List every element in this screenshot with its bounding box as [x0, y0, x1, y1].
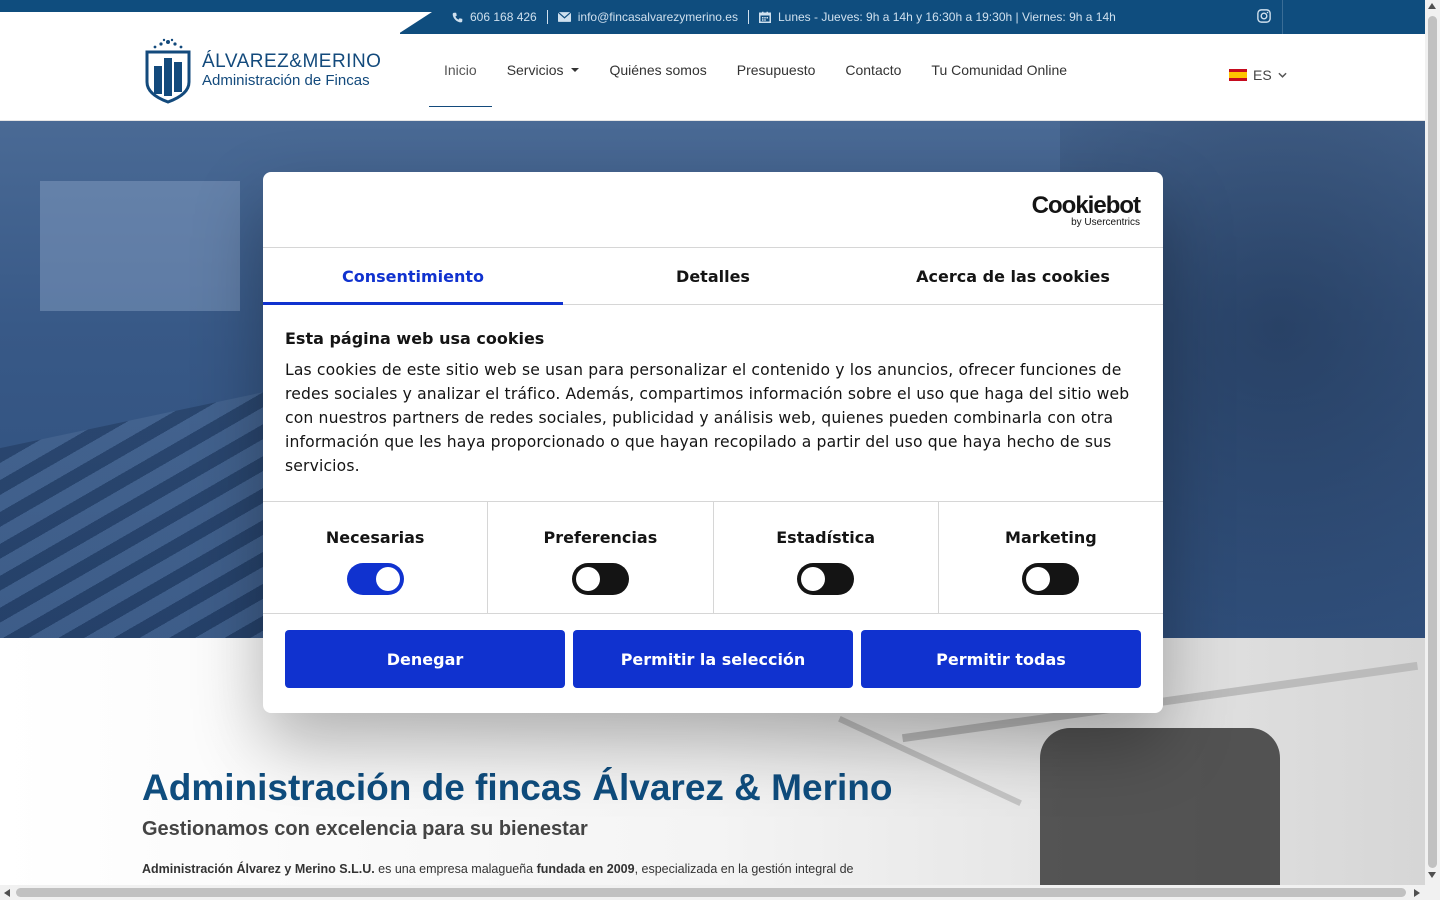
intro-text-end: , especializada en la gestión integral d…	[634, 862, 854, 876]
marketing-toggle[interactable]	[1022, 563, 1080, 595]
category-label: Marketing	[1005, 528, 1097, 547]
allow-selection-button[interactable]: Permitir la selección	[573, 630, 853, 688]
scroll-right-arrow-icon[interactable]	[1414, 889, 1420, 897]
dialog-description: Las cookies de este sitio web se usan pa…	[285, 361, 1130, 475]
scroll-down-arrow-icon[interactable]	[1428, 872, 1436, 878]
vertical-scrollbar-thumb[interactable]	[1428, 16, 1437, 868]
nav-item-quienes-somos[interactable]: Quiénes somos	[594, 34, 721, 106]
phone-number: 606 168 426	[470, 10, 537, 24]
toggle-knob	[801, 567, 826, 591]
calendar-icon	[758, 11, 771, 23]
top-bar-white-notch	[0, 12, 400, 34]
toggle-knob	[375, 567, 400, 591]
background-chair	[1040, 728, 1280, 888]
nav-label: Quiénes somos	[609, 62, 707, 78]
hours-item: Lunes - Jueves: 9h a 14h y 16:30h a 19:3…	[758, 10, 1116, 24]
topbar-divider	[1282, 0, 1283, 34]
email-item[interactable]: info@fincasalvarezymerino.es	[557, 10, 738, 24]
intro-paragraph: Administración Álvarez y Merino S.L.U. e…	[142, 862, 853, 876]
opening-hours: Lunes - Jueves: 9h a 14h y 16:30h a 19:3…	[777, 10, 1116, 24]
category-necesarias: Necesarias	[263, 502, 489, 613]
chevron-down-icon	[1278, 72, 1287, 78]
contact-info-row: 606 168 426 info@fincasalvarezymerino.es…	[452, 0, 1116, 34]
nav-item-inicio[interactable]: Inicio	[429, 34, 492, 107]
envelope-icon	[557, 12, 571, 22]
category-label: Preferencias	[543, 528, 658, 547]
consent-categories: Necesarias Preferencias Estadística Mark…	[263, 502, 1163, 614]
dialog-tabs: Consentimiento Detalles Acerca de las co…	[263, 248, 1163, 305]
category-label: Estadística	[776, 528, 876, 547]
nav-label: Tu Comunidad Online	[931, 62, 1068, 78]
top-bar-diagonal	[398, 12, 432, 34]
top-bar-left-strip	[0, 0, 400, 12]
logo-subtitle: Administración de Fincas	[202, 72, 370, 89]
toggle-knob	[575, 567, 600, 591]
estadistica-toggle[interactable]	[797, 563, 855, 595]
dialog-actions: Denegar Permitir la selección Permitir t…	[263, 614, 1163, 688]
cookiebot-logo[interactable]: Cookiebot by Usercentrics	[1031, 192, 1141, 228]
page-title: Administración de fincas Álvarez & Merin…	[142, 767, 893, 808]
tab-consentimiento[interactable]: Consentimiento	[263, 248, 563, 305]
founded-text: fundada en 2009	[536, 862, 635, 876]
site-logo[interactable]: ÁLVAREZ&MERINO Administración de Fincas	[144, 38, 381, 104]
scroll-up-arrow-icon[interactable]	[1428, 3, 1436, 9]
nav-label: Contacto	[845, 62, 902, 78]
company-name: Administración Álvarez y Merino S.L.U.	[142, 862, 375, 876]
language-code: ES	[1253, 67, 1272, 83]
page-subtitle: Gestionamos con excelencia para su biene…	[142, 818, 588, 840]
category-estadistica: Estadística	[714, 502, 939, 613]
caret-down-icon	[571, 68, 580, 72]
cookie-consent-dialog: Cookiebot by Usercentrics Consentimiento…	[263, 172, 1163, 713]
category-label: Necesarias	[325, 528, 425, 547]
nav-label: Servicios	[506, 62, 564, 78]
nav-item-presupuesto[interactable]: Presupuesto	[722, 34, 831, 106]
nav-item-comunidad-online[interactable]: Tu Comunidad Online	[916, 34, 1082, 106]
logo-title: ÁLVAREZ&MERINO	[202, 51, 382, 72]
hero-building	[40, 181, 240, 311]
dialog-heading: Esta página web usa cookies	[285, 329, 545, 348]
email-address: info@fincasalvarezymerino.es	[577, 10, 738, 24]
cookiebot-brand-sub: by Usercentrics	[1071, 217, 1140, 228]
spain-flag-icon	[1229, 69, 1247, 81]
building-logo-icon	[145, 38, 191, 104]
nav-item-servicios[interactable]: Servicios	[492, 34, 595, 106]
cookiebot-brand: Cookiebot	[1031, 192, 1141, 219]
main-nav: Inicio Servicios Quiénes somos Presupues…	[429, 34, 1082, 107]
horizontal-scrollbar-thumb[interactable]	[16, 888, 1406, 897]
divider	[747, 10, 749, 24]
dialog-body: Esta página web usa cookies Las cookies …	[263, 305, 1163, 502]
toggle-knob	[1026, 567, 1051, 591]
preferencias-toggle[interactable]	[571, 563, 629, 595]
nav-item-contacto[interactable]: Contacto	[830, 34, 916, 106]
tab-detalles[interactable]: Detalles	[563, 248, 863, 304]
dialog-header: Cookiebot by Usercentrics	[263, 172, 1163, 248]
category-preferencias: Preferencias	[488, 502, 714, 613]
phone-item[interactable]: 606 168 426	[452, 10, 537, 24]
language-selector[interactable]: ES	[1229, 67, 1287, 83]
intro-text: es una empresa malagueña	[374, 862, 537, 876]
scroll-left-arrow-icon[interactable]	[4, 889, 10, 897]
deny-button[interactable]: Denegar	[285, 630, 565, 688]
allow-all-button[interactable]: Permitir todas	[861, 630, 1141, 688]
necesarias-toggle[interactable]	[346, 563, 404, 595]
phone-icon	[452, 12, 463, 22]
instagram-icon[interactable]	[1257, 9, 1271, 23]
divider	[546, 10, 548, 24]
category-marketing: Marketing	[939, 502, 1163, 613]
nav-label: Inicio	[444, 62, 477, 78]
site-header: ÁLVAREZ&MERINO Administración de Fincas …	[0, 34, 1425, 121]
nav-label: Presupuesto	[736, 62, 816, 78]
tab-acerca-cookies[interactable]: Acerca de las cookies	[863, 248, 1163, 304]
